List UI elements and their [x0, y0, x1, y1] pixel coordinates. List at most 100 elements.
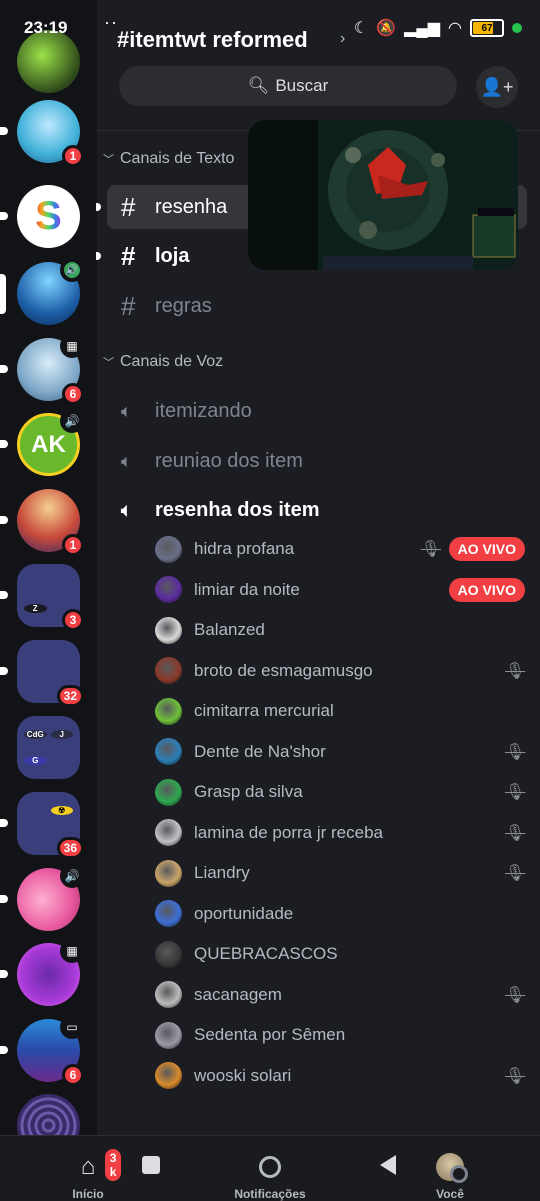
- voice-user-row[interactable]: sacanagem 🎙︎: [155, 977, 525, 1013]
- server-purple-bot[interactable]: ▦: [0, 939, 84, 1006]
- spiral-server-icon: [17, 1094, 80, 1135]
- voice-user-name: lamina de porra jr receba: [194, 822, 383, 842]
- server-folder-1[interactable]: Z 3: [0, 564, 84, 631]
- android-recents-button[interactable]: [128, 1136, 174, 1201]
- nav-home[interactable]: ⌂ 3 k Início: [58, 1136, 124, 1201]
- nav-notifications-label: Notificações: [234, 1187, 306, 1201]
- avatar: [155, 819, 182, 846]
- avatar: [155, 981, 182, 1008]
- mention-badge: 32: [56, 685, 84, 707]
- moon-icon: ☾: [353, 20, 369, 37]
- voice-user-name: broto de esmagamusgo: [194, 660, 373, 680]
- back-triangle-icon: [380, 1147, 396, 1183]
- voice-user-name: hidra profana: [194, 539, 295, 558]
- voice-user-name: sacanagem: [194, 984, 282, 1004]
- system-icons: ☾ 🔕 ▂▄▆ ◠ 67: [354, 18, 522, 38]
- voice-channel-itemizando[interactable]: 🔈︎ itemizando: [107, 389, 527, 433]
- server-ak[interactable]: AK 🔊: [0, 409, 84, 476]
- voice-user-row[interactable]: wooski solari 🎙︎: [155, 1058, 525, 1094]
- mute-icon: 🔕: [376, 20, 397, 37]
- channel-label: resenha dos item: [155, 498, 320, 521]
- nav-you-label: Você: [436, 1187, 464, 1201]
- server-rimuru[interactable]: ▦ 6: [0, 334, 84, 405]
- avatar: [155, 859, 182, 887]
- status-idle-icon: [450, 1165, 468, 1183]
- search-button[interactable]: 🔍︎ Buscar: [119, 66, 457, 106]
- server-folder-2[interactable]: 32: [0, 640, 84, 707]
- chevron-down-icon: ﹀: [103, 154, 114, 166]
- live-badge: AO VIVO: [448, 577, 525, 602]
- add-user-icon: 👤+: [480, 76, 514, 97]
- voice-status-icon: 🔊: [60, 409, 84, 433]
- muted-mic-icon: 🎙︎: [505, 743, 526, 761]
- muted-mic-icon: 🎙︎: [420, 541, 441, 558]
- voice-channel-reuniao[interactable]: 🔈︎ reuniao dos item: [107, 439, 527, 483]
- voice-user-name: Liandry: [194, 863, 250, 882]
- voice-user-row[interactable]: hidra profana 🎙︎ AO VIVO: [155, 531, 525, 567]
- stream-preview[interactable]: [248, 120, 518, 270]
- voice-user-row[interactable]: Grasp da silva 🎙︎: [155, 774, 525, 810]
- voice-user-row[interactable]: oportunidade: [155, 896, 525, 932]
- voice-user-row[interactable]: lamina de porra jr receba 🎙︎: [155, 815, 525, 851]
- hash-icon: #: [121, 191, 136, 222]
- avatar: [155, 616, 182, 644]
- voice-user-row[interactable]: broto de esmagamusgo 🎙︎: [155, 653, 525, 689]
- avatar: [436, 1149, 468, 1185]
- server-folder-3[interactable]: CdG J G: [17, 716, 80, 779]
- server-luffy[interactable]: 1: [0, 489, 84, 556]
- voice-user-row[interactable]: Liandry 🎙︎: [155, 855, 525, 891]
- avatar: [155, 535, 182, 563]
- voice-user-row[interactable]: Balanzed: [155, 612, 525, 648]
- bottom-navigation: ⌂ 3 k Início Notificações Você: [0, 1135, 540, 1201]
- android-back-button[interactable]: [370, 1136, 406, 1201]
- category-text[interactable]: ﹀ Canais de Texto: [103, 150, 234, 168]
- game-stream-thumbnail: [248, 120, 518, 270]
- category-voice[interactable]: ﹀ Canais de Voz: [103, 353, 223, 371]
- nav-home-label: Início: [72, 1187, 104, 1201]
- mention-badge: 3: [62, 609, 84, 631]
- voice-user-row[interactable]: Sedenta por Sêmen: [155, 1017, 525, 1053]
- server-spiral[interactable]: [17, 1094, 80, 1135]
- voice-user-row[interactable]: limiar da noite AO VIVO: [155, 572, 525, 608]
- voice-status-icon: 🔊: [60, 258, 84, 282]
- channel-label: resenha: [155, 195, 228, 218]
- folder-3-icon: CdG J G: [17, 716, 80, 779]
- channel-regras[interactable]: # regras: [107, 284, 527, 328]
- voice-status-icon: 🔊: [60, 864, 84, 888]
- avatar: [155, 1021, 182, 1049]
- voice-user-name: Sedenta por Sêmen: [194, 1025, 346, 1044]
- signal-icon: ▂▄▆: [404, 20, 441, 37]
- voice-user-name: Dente de Na'shor: [194, 741, 326, 761]
- voice-user-name: cimitarra mercurial: [194, 701, 334, 720]
- hash-icon: #: [121, 290, 136, 321]
- voice-user-row[interactable]: cimitarra mercurial: [155, 693, 525, 729]
- speaker-icon: 🔈︎: [121, 400, 132, 421]
- server-pinkie[interactable]: 🔊: [0, 864, 84, 931]
- chevron-down-icon: ﹀: [103, 357, 114, 369]
- server-folder-4[interactable]: ☢ 36: [0, 792, 84, 859]
- notification-icons: ··: [104, 12, 118, 32]
- privacy-dot-icon: [512, 23, 522, 33]
- server-blue-character[interactable]: 🔊: [0, 258, 84, 325]
- battery-icon: 67: [470, 19, 504, 37]
- hash-icon: #: [121, 240, 136, 271]
- nav-notifications[interactable]: Notificações: [225, 1136, 315, 1201]
- wifi-icon: ◠: [448, 20, 462, 37]
- server-anime-boy[interactable]: 1: [0, 100, 84, 167]
- server-aquarius[interactable]: ▭ 6: [0, 1015, 84, 1086]
- mention-badge: 1: [62, 145, 84, 167]
- server-rainbow-s[interactable]: S: [0, 185, 80, 248]
- category-label: Canais de Texto: [120, 150, 235, 167]
- clock: 23:19: [24, 18, 68, 37]
- voice-channel-resenha-dos-item[interactable]: 🔈︎ resenha dos item: [107, 488, 527, 532]
- voice-user-row[interactable]: Dente de Na'shor 🎙︎: [155, 734, 525, 770]
- bell-icon: [259, 1149, 281, 1185]
- voice-user-row[interactable]: QUEBRACASCOS: [155, 936, 525, 972]
- invite-members-button[interactable]: 👤+: [476, 66, 518, 108]
- muted-mic-icon: 🎙︎: [505, 986, 526, 1004]
- recents-square-icon: [142, 1147, 160, 1183]
- server-rail: 1 S 🔊 ▦ 6 AK 🔊 1 Z 3 32 CdG J G ☢ 36 🔊 ▦…: [0, 0, 97, 1135]
- unread-indicator: [96, 252, 101, 260]
- search-icon: 🔍︎: [247, 76, 270, 95]
- nav-you[interactable]: Você: [422, 1136, 478, 1201]
